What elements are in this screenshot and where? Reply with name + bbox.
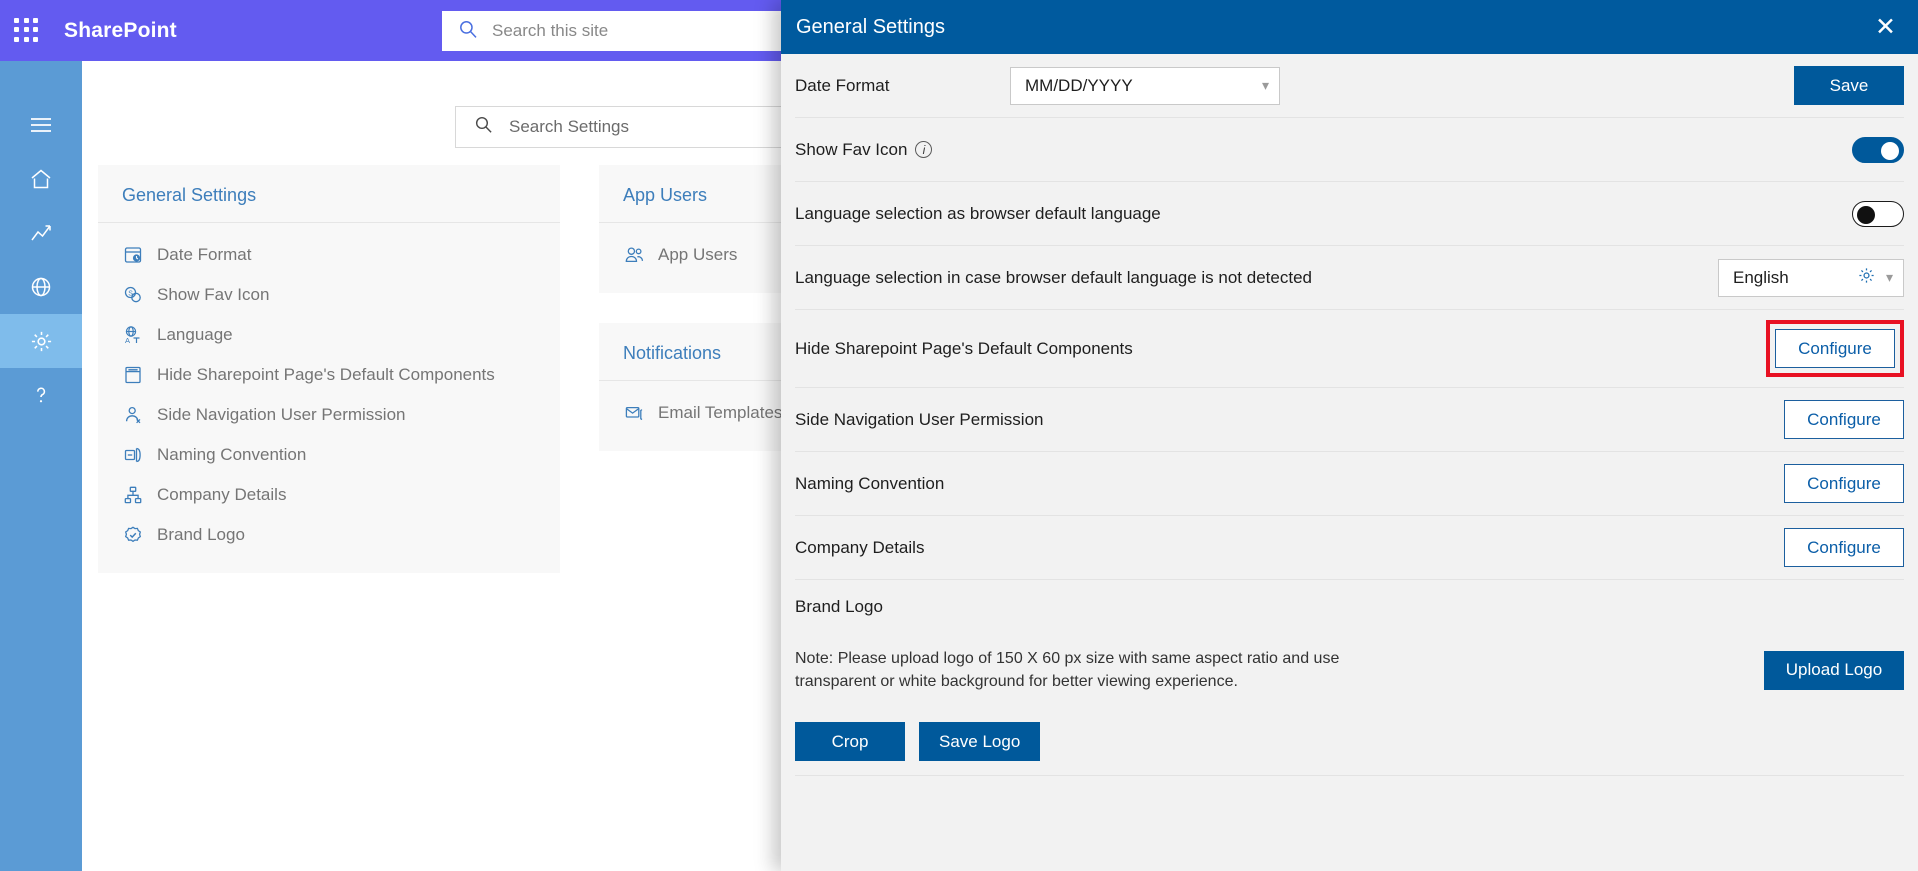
- date-format-label: Date Format: [795, 75, 890, 95]
- rail-item-settings[interactable]: [0, 314, 82, 368]
- toggle-knob: [1881, 141, 1899, 160]
- row-naming-convention: Naming Convention Configure: [795, 452, 1904, 516]
- email-template-icon: [623, 402, 645, 424]
- brand-logo-note: Note: Please upload logo of 150 X 60 px …: [795, 649, 1340, 690]
- list-item-label: Naming Convention: [157, 445, 307, 464]
- card-title: General Settings: [98, 165, 560, 223]
- list-item-label: Brand Logo: [157, 525, 245, 544]
- upload-logo-button[interactable]: Upload Logo: [1764, 650, 1904, 690]
- list-item[interactable]: S Show Fav Icon: [98, 275, 560, 315]
- list-item[interactable]: Side Navigation User Permission: [98, 395, 560, 435]
- calendar-clock-icon: [122, 244, 144, 266]
- fallback-language-select[interactable]: English ▾: [1718, 258, 1904, 297]
- waffle-grid-icon[interactable]: [14, 17, 40, 44]
- rail-item-home[interactable]: [0, 152, 82, 206]
- panel-body: Date Format MM/DD/YYYY ▾ Save Show Fav I…: [781, 54, 1918, 776]
- list-item[interactable]: Brand Logo: [98, 515, 560, 555]
- configure-naming-convention-button[interactable]: Configure: [1784, 464, 1904, 503]
- show-fav-icon-toggle[interactable]: [1852, 136, 1904, 163]
- list-item-label: Date Format: [157, 245, 252, 264]
- browser-default-language-label: Language selection as browser default la…: [795, 203, 1161, 223]
- list-item-label: Language: [157, 325, 233, 344]
- list-item-label: App Users: [658, 245, 738, 264]
- badge-check-icon: [122, 524, 144, 546]
- row-brand-logo: Brand Logo: [795, 580, 1904, 634]
- svg-text:A: A: [125, 336, 130, 345]
- sharepoint-brand[interactable]: SharePoint: [64, 19, 177, 43]
- gear-icon[interactable]: [1857, 266, 1876, 290]
- screen: SharePoint Search this site Search Setti…: [0, 0, 1918, 871]
- app-rail: [0, 61, 82, 871]
- list-item[interactable]: Date Format: [98, 235, 560, 275]
- save-button[interactable]: Save: [1794, 66, 1904, 105]
- rail-item-globe[interactable]: [0, 260, 82, 314]
- fallback-language-value: English: [1733, 267, 1789, 287]
- svg-text:S: S: [128, 291, 133, 298]
- settings-column-left: General Settings Date Format S Show Fav …: [98, 165, 560, 603]
- row-company-details: Company Details Configure: [795, 516, 1904, 580]
- list-item-label: Company Details: [157, 485, 287, 504]
- row-browser-default-language: Language selection as browser default la…: [795, 182, 1904, 246]
- brand-logo-label: Brand Logo: [795, 597, 883, 616]
- card-general-settings: General Settings Date Format S Show Fav …: [98, 165, 560, 573]
- org-chart-icon: [122, 484, 144, 506]
- crop-button[interactable]: Crop: [795, 722, 905, 761]
- list-item-label: Hide Sharepoint Page's Default Component…: [157, 365, 495, 384]
- search-icon: [474, 115, 493, 139]
- save-logo-button[interactable]: Save Logo: [919, 722, 1041, 761]
- row-brand-logo-note: Note: Please upload logo of 150 X 60 px …: [795, 634, 1904, 706]
- naming-convention-label: Naming Convention: [795, 473, 945, 493]
- site-search-placeholder: Search this site: [492, 21, 609, 40]
- row-date-format: Date Format MM/DD/YYYY ▾ Save: [795, 54, 1904, 118]
- search-icon: [458, 19, 478, 44]
- date-format-select[interactable]: MM/DD/YYYY ▾: [1010, 66, 1280, 105]
- configure-hide-default-components-button[interactable]: Configure: [1775, 329, 1895, 368]
- chevron-down-icon: ▾: [1261, 77, 1269, 93]
- show-fav-icon-label: Show Fav Icon: [795, 139, 908, 159]
- highlight-box: Configure: [1766, 320, 1904, 377]
- list-item[interactable]: Naming Convention: [98, 435, 560, 475]
- general-settings-panel: General Settings ✕ Date Format MM/DD/YYY…: [781, 0, 1918, 871]
- side-navigation-permission-label: Side Navigation User Permission: [795, 409, 1044, 429]
- toggle-knob: [1857, 205, 1875, 224]
- rail-item-help[interactable]: [0, 368, 82, 422]
- people-icon: [623, 244, 645, 266]
- browser-default-language-toggle[interactable]: [1852, 200, 1904, 227]
- list-item[interactable]: Hide Sharepoint Page's Default Component…: [98, 355, 560, 395]
- settings-search-placeholder: Search Settings: [509, 117, 630, 136]
- fallback-language-label: Language selection in case browser defau…: [795, 267, 1312, 287]
- list-item-label: Show Fav Icon: [157, 285, 270, 304]
- rail-item-hamburger[interactable]: [0, 98, 82, 152]
- page-layout-icon: [122, 364, 144, 386]
- rename-tag-icon: [122, 444, 144, 466]
- configure-company-details-button[interactable]: Configure: [1784, 528, 1904, 567]
- info-circle-icon[interactable]: i: [915, 141, 933, 158]
- date-format-value: MM/DD/YYYY: [1025, 75, 1133, 95]
- rail-item-analytics[interactable]: [0, 206, 82, 260]
- row-side-navigation-permission: Side Navigation User Permission Configur…: [795, 388, 1904, 452]
- list-item[interactable]: A Language: [98, 315, 560, 355]
- user-permission-icon: [122, 404, 144, 426]
- list-item[interactable]: Company Details: [98, 475, 560, 515]
- close-icon[interactable]: ✕: [1875, 14, 1896, 40]
- logo-action-bar: Crop Save Logo: [795, 706, 1904, 776]
- sharepoint-badge-icon: S: [122, 284, 144, 306]
- configure-side-navigation-button[interactable]: Configure: [1784, 400, 1904, 439]
- company-details-label: Company Details: [795, 537, 925, 557]
- list-item-label: Email Templates: [658, 403, 783, 422]
- globe-translate-icon: A: [122, 324, 144, 346]
- card-body: Date Format S Show Fav Icon A Language H…: [98, 223, 560, 573]
- panel-header: General Settings ✕: [781, 0, 1918, 54]
- list-item-label: Side Navigation User Permission: [157, 405, 406, 424]
- panel-title: General Settings: [796, 15, 945, 38]
- hide-default-components-label: Hide Sharepoint Page's Default Component…: [795, 338, 1133, 358]
- row-show-fav-icon: Show Fav Icon i: [795, 118, 1904, 182]
- row-hide-default-components: Hide Sharepoint Page's Default Component…: [795, 310, 1904, 388]
- chevron-down-icon: ▾: [1885, 269, 1893, 285]
- row-fallback-language: Language selection in case browser defau…: [795, 246, 1904, 310]
